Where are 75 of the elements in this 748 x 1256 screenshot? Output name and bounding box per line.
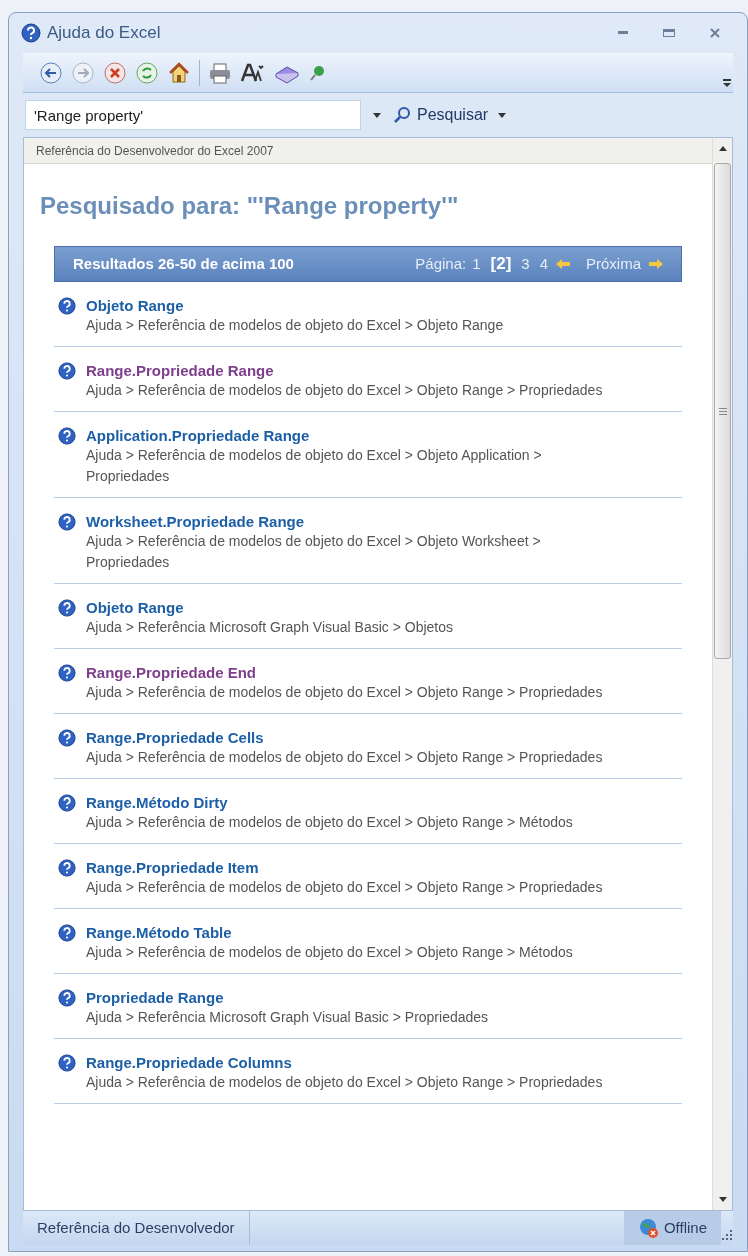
page-heading: Pesquisado para: "'Range property'" xyxy=(40,191,460,221)
result-link[interactable]: Application.Propriedade Range xyxy=(86,426,682,445)
stop-icon xyxy=(103,60,127,85)
help-icon xyxy=(58,859,76,877)
printer-icon xyxy=(208,60,232,85)
page-link[interactable]: [2] xyxy=(490,251,512,277)
result-link[interactable]: Propriedade Range xyxy=(86,988,559,1007)
stop-button[interactable] xyxy=(103,60,127,85)
result-link[interactable]: Range.Método Table xyxy=(86,923,643,942)
result-path: Ajuda > Referência de modelos de objeto do Excel > Objeto Range > Propriedades xyxy=(86,748,604,767)
result-path: Ajuda > Referência de modelos de objeto do Excel > Objeto Range > Propriedades xyxy=(86,878,604,897)
caret-icon xyxy=(373,112,381,118)
arrow-left-icon[interactable] xyxy=(556,258,570,270)
result-path: Ajuda > Referência de modelos de objeto do Excel > Objeto Application > Propriedades xyxy=(86,446,543,486)
page-label: Página: xyxy=(415,253,467,274)
result-link[interactable]: Range.Propriedade End xyxy=(86,663,673,682)
result-link[interactable]: Range.Método Dirty xyxy=(86,793,643,812)
result-link[interactable]: Objeto Range xyxy=(86,296,574,315)
back-button[interactable] xyxy=(39,60,63,85)
result-path: Ajuda > Referência de modelos de objeto do Excel > Objeto Range > Métodos xyxy=(86,943,574,962)
result-path: Ajuda > Referência de modelos de objeto do Excel > Objeto Range > Métodos xyxy=(86,813,574,832)
result-path: Ajuda > Referência de modelos de objeto do Excel > Objeto Range xyxy=(86,316,505,335)
help-icon xyxy=(58,989,76,1007)
scroll-up-icon xyxy=(718,146,727,151)
breadcrumb-text: Referência do Desenvolvedor do Excel 2007 xyxy=(36,142,274,160)
back-icon xyxy=(39,60,63,85)
result-path: Ajuda > Referência de modelos de objeto do Excel > Objeto Range > Propriedades xyxy=(86,381,604,400)
scrollbar[interactable] xyxy=(712,138,732,1210)
overflow-icon xyxy=(723,78,731,88)
forward-button[interactable] xyxy=(71,60,95,85)
scroll-down-icon xyxy=(718,1197,727,1202)
result-link[interactable]: Range.Propriedade Range xyxy=(86,361,673,380)
result-link[interactable]: Range.Propriedade Columns xyxy=(86,1053,673,1072)
result-path: Ajuda > Referência Microsoft Graph Visual Basic > Objetos xyxy=(86,618,455,637)
caret-icon xyxy=(498,112,507,118)
help-icon xyxy=(21,23,41,43)
help-icon xyxy=(58,664,76,682)
help-icon xyxy=(58,924,76,942)
search-icon xyxy=(393,106,411,124)
globe-icon xyxy=(637,1217,660,1239)
result-path: Ajuda > Referência Microsoft Graph Visual Basic > Propriedades xyxy=(86,1008,490,1027)
forward-icon xyxy=(71,60,95,85)
result-link[interactable]: Objeto Range xyxy=(86,598,524,617)
window-title: Ajuda do Excel xyxy=(47,22,161,45)
scroll-thumb[interactable] xyxy=(714,163,731,659)
status-section: Referência do Desenvolvedor xyxy=(23,1211,250,1245)
result-link[interactable]: Range.Propriedade Cells xyxy=(86,728,673,747)
results-summary: Resultados 26-50 de acima 100 xyxy=(73,253,294,274)
help-icon xyxy=(58,599,76,617)
resize-grip-icon xyxy=(721,1229,733,1241)
search-button[interactable]: Pesquisar xyxy=(393,103,507,127)
help-icon xyxy=(58,729,76,747)
connection-status[interactable]: Offline xyxy=(623,1211,721,1245)
result-link[interactable]: Range.Propriedade Item xyxy=(86,858,673,877)
help-icon xyxy=(58,297,76,315)
result-path: Ajuda > Referência de modelos de objeto do Excel > Objeto Range > Propriedades xyxy=(86,1073,604,1092)
help-icon xyxy=(58,794,76,812)
help-icon xyxy=(58,513,76,531)
help-icon xyxy=(58,1054,76,1072)
arrow-right-icon[interactable] xyxy=(649,258,663,270)
home-button[interactable] xyxy=(167,60,191,85)
result-path: Ajuda > Referência de modelos de objeto do Excel > Objeto Worksheet > Propriedades xyxy=(86,532,542,572)
grip-icon xyxy=(718,407,727,415)
refresh-icon xyxy=(135,60,159,85)
help-icon xyxy=(58,427,76,445)
minimize-icon xyxy=(618,31,628,35)
refresh-button[interactable] xyxy=(135,60,159,85)
help-icon xyxy=(58,362,76,380)
result-link[interactable]: Worksheet.Propriedade Range xyxy=(86,512,682,531)
close-icon xyxy=(710,28,720,38)
print-button[interactable] xyxy=(208,60,232,85)
search-field[interactable]: 'Range property' xyxy=(25,100,361,130)
result-path: Ajuda > Referência de modelos de objeto do Excel > Objeto Range > Propriedades xyxy=(86,683,604,702)
maximize-icon xyxy=(663,29,675,37)
home-icon xyxy=(167,60,191,85)
